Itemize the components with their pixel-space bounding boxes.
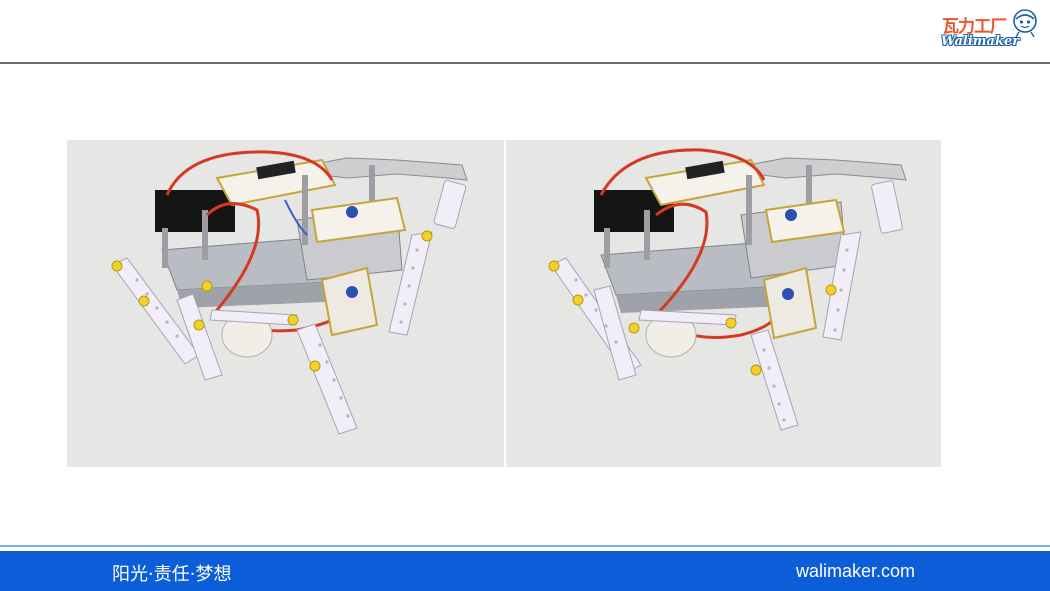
header-divider bbox=[0, 62, 1050, 64]
robot-photo-left bbox=[67, 140, 504, 467]
robot-photo-right bbox=[506, 140, 941, 467]
walimaker-logo: 瓦力工厂 Walimaker bbox=[938, 6, 1042, 56]
footer-slogan: 阳光·责任·梦想 bbox=[112, 564, 232, 585]
footer-top-line bbox=[0, 545, 1050, 547]
mascot-icon bbox=[1013, 9, 1037, 38]
footer-bar: 阳光·责任·梦想 walimaker.com bbox=[0, 551, 1050, 591]
footer-website: walimaker.com bbox=[796, 561, 916, 581]
logo-english-text: Walimaker bbox=[941, 34, 1020, 49]
